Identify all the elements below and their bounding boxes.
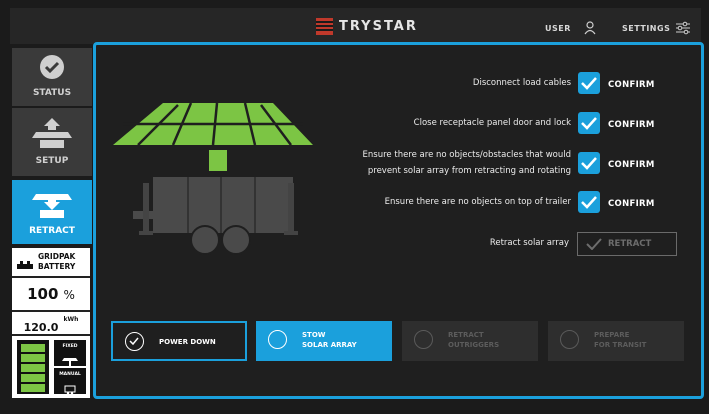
confirm-label: CONFIRM [608, 120, 655, 130]
user-label[interactable]: USER [545, 24, 571, 33]
top-bar: TRYSTAR USER SETTINGS [10, 8, 701, 44]
battery-level-segment [21, 374, 45, 382]
circle-icon [560, 330, 579, 349]
fixed-label: FIXED [62, 344, 78, 349]
checkmark-circle-icon [39, 54, 65, 84]
battery-percent-value: 100 [27, 285, 59, 303]
manual-mode-indicator: MANUAL [54, 368, 86, 395]
solar-trailer-illustration [113, 83, 313, 267]
battery-brand-line1: GRIDPAK [38, 252, 76, 261]
checklist-checkbox-close-panel-door[interactable] [578, 112, 600, 134]
battery-level-segment [21, 344, 45, 352]
step-stow-solar-array[interactable]: STOW SOLAR ARRAY [256, 321, 392, 361]
battery-energy-unit: kWh [63, 316, 79, 323]
manual-trailer-icon [63, 380, 77, 399]
sidebar-item-label: STATUS [32, 88, 72, 98]
checkmark-icon [581, 196, 597, 209]
gridpak-header: GRIDPAK BATTERY [12, 248, 90, 276]
step-label-line1: STOW [302, 331, 326, 339]
battery-brand-line2: BATTERY [38, 262, 76, 271]
sidebar-item-label: RETRACT [29, 226, 75, 236]
checkmark-icon [581, 77, 597, 90]
solar-trailer-retract-icon [32, 188, 72, 224]
battery-level-bars [17, 340, 49, 394]
confirm-label: CONFIRM [608, 160, 655, 170]
checklist-item-text-line1: Ensure there are no objects/obstacles th… [362, 150, 571, 160]
step-label-line2: FOR TRANSIT [594, 341, 647, 349]
battery-level-segment [21, 384, 45, 392]
app-screen: TRYSTAR USER SETTINGS STATUS SETUP RETRA… [0, 0, 709, 414]
step-power-down[interactable]: POWER DOWN [111, 321, 247, 361]
fixed-mode-indicator: FIXED [54, 340, 86, 366]
sidebar-item-label: SETUP [35, 156, 69, 166]
battery-percent-unit: % [63, 288, 75, 302]
trystar-logo-icon [316, 18, 333, 35]
battery-level-segment [21, 364, 45, 372]
check-circle-icon [125, 332, 144, 351]
checkmark-icon [586, 238, 602, 250]
user-icon[interactable] [584, 20, 596, 39]
battery-level-segment [21, 354, 45, 362]
settings-sliders-icon[interactable] [675, 20, 691, 39]
battery-panel: GRIDPAK BATTERY 100 % 120.0 kWh FIXED MA… [12, 248, 90, 398]
battery-energy: 120.0 kWh [12, 316, 90, 335]
solar-trailer-setup-icon [32, 118, 72, 154]
checkmark-icon [581, 117, 597, 130]
battery-percent: 100 % [12, 284, 90, 303]
sidebar-item-setup[interactable]: SETUP [12, 108, 92, 176]
step-label-line2: SOLAR ARRAY [302, 341, 357, 349]
settings-label[interactable]: SETTINGS [622, 24, 670, 33]
step-prepare-for-transit[interactable]: PREPARE FOR TRANSIT [548, 321, 684, 361]
checklist-item-text: Ensure there are no objects on top of tr… [384, 197, 571, 207]
checklist-item-text-line2: prevent solar array from retracting and … [367, 166, 571, 176]
checklist-item-text: Disconnect load cables [472, 78, 571, 88]
step-label-line1: PREPARE [594, 331, 630, 339]
checklist-checkbox-disconnect-cables[interactable] [578, 72, 600, 94]
brand-name: TRYSTAR [339, 19, 418, 34]
circle-icon [268, 330, 287, 349]
retract-button-label: RETRACT [608, 239, 652, 249]
step-label-line2: OUTRIGGERS [448, 341, 500, 349]
step-retract-outriggers[interactable]: RETRACT OUTRIGGERS [402, 321, 538, 361]
confirm-label: CONFIRM [608, 199, 655, 209]
checklist-checkbox-no-objects-on-trailer[interactable] [578, 191, 600, 213]
checklist-checkbox-no-obstacles[interactable] [578, 152, 600, 174]
battery-energy-value: 120.0 [23, 321, 59, 334]
checkmark-icon [581, 157, 597, 170]
retract-button[interactable]: RETRACT [577, 232, 677, 256]
sidebar-item-retract[interactable]: RETRACT [12, 180, 92, 244]
circle-icon [414, 330, 433, 349]
confirm-label: CONFIRM [608, 80, 655, 90]
retract-solar-array-label: Retract solar array [489, 238, 569, 248]
step-label-line1: RETRACT [448, 331, 484, 339]
battery-brand-icon [17, 256, 33, 275]
step-label-line1: POWER DOWN [159, 338, 216, 346]
sidebar-item-status[interactable]: STATUS [12, 48, 92, 106]
checklist-item-text: Close receptacle panel door and lock [413, 118, 571, 128]
brand-logo: TRYSTAR [316, 18, 418, 35]
retract-panel: Disconnect load cables CONFIRM Close rec… [93, 42, 704, 399]
manual-label: MANUAL [59, 372, 81, 377]
